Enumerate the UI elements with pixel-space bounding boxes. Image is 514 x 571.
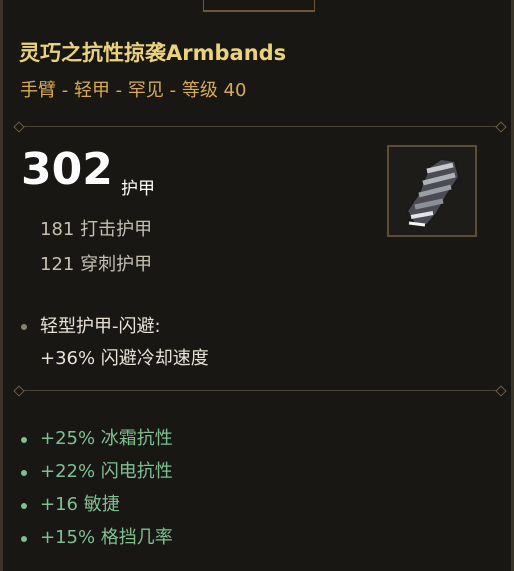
bonus-line: +16 敏捷	[40, 494, 120, 515]
bonus-bullet	[21, 437, 27, 443]
blunt-armor: 181 打击护甲	[40, 219, 153, 240]
perk-effect: +36% 闪避冷却速度	[40, 348, 209, 369]
divider-top	[19, 126, 501, 127]
bonus-line: +22% 闪电抗性	[40, 461, 173, 482]
bonus-bullet	[21, 470, 27, 476]
bonus-line: +15% 格挡几率	[40, 527, 173, 548]
divider-bottom	[19, 390, 501, 391]
perk-bullet	[21, 324, 27, 330]
bonus-bullet	[21, 503, 27, 509]
perk-title: 轻型护甲-闪避:	[40, 316, 161, 337]
item-name: 灵巧之抗性掠袭Armbands	[19, 41, 287, 65]
armband-icon	[405, 157, 461, 227]
item-subtitle: 手臂 - 轻甲 - 罕见 - 等级 40	[20, 80, 247, 101]
pierce-armor: 121 穿刺护甲	[40, 254, 153, 275]
top-ornament	[203, 0, 315, 12]
item-icon-frame	[387, 145, 477, 237]
armor-value: 302	[21, 144, 113, 195]
armor-label: 护甲	[121, 179, 155, 199]
bonus-bullet	[21, 536, 27, 542]
bonus-line: +25% 冰霜抗性	[40, 428, 173, 449]
item-tooltip: 灵巧之抗性掠袭Armbands 手臂 - 轻甲 - 罕见 - 等级 40 302…	[0, 0, 514, 571]
